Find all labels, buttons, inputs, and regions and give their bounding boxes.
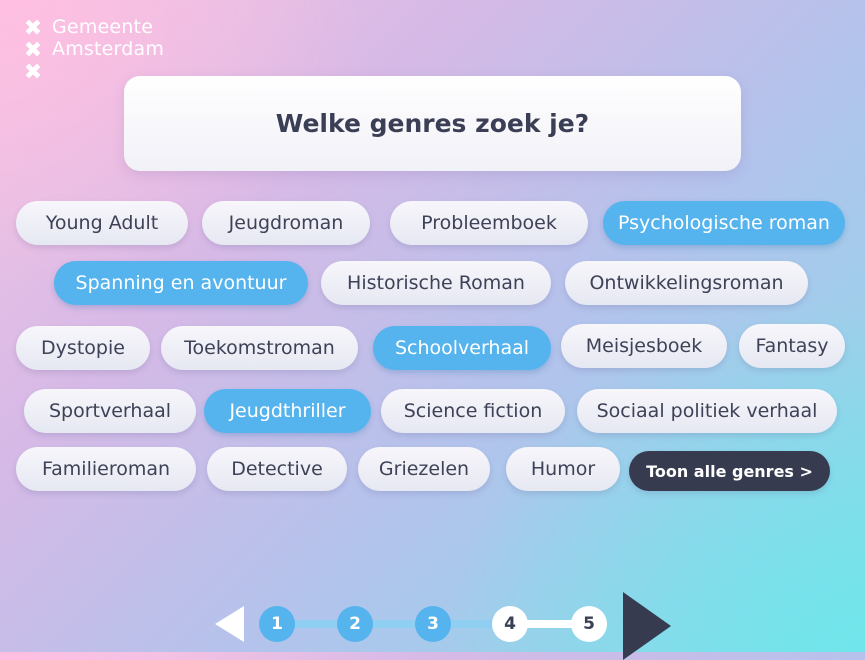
genre-chip-historische-roman[interactable]: Historische Roman [321,261,551,305]
genre-chip-fantasy[interactable]: Fantasy [739,324,845,368]
question-title: Welke genres zoek je? [275,109,590,138]
logo-wordmark: Gemeente Amsterdam [52,16,164,60]
genre-chip-meisjesboek[interactable]: Meisjesboek [561,324,727,368]
genre-chip-ontwikkelingsroman[interactable]: Ontwikkelingsroman [565,261,808,305]
genre-chip-dystopie[interactable]: Dystopie [16,326,150,370]
genre-chip-spanning-en-avontuur[interactable]: Spanning en avontuur [54,261,308,305]
genre-chip-familieroman[interactable]: Familieroman [16,447,196,491]
genre-chip-detective[interactable]: Detective [207,447,347,491]
genre-chip-schoolverhaal[interactable]: Schoolverhaal [373,326,551,370]
logo-line-1: Gemeente [52,16,154,38]
next-arrow-icon[interactable] [623,592,671,660]
genre-chip-jeugdthriller[interactable]: Jeugdthriller [204,389,371,433]
step-dot-3[interactable]: 3 [415,606,451,642]
previous-arrow-icon[interactable] [215,606,244,642]
genre-chip-probleemboek[interactable]: Probleemboek [390,201,588,245]
genre-chip-sociaal-politiek-verhaal[interactable]: Sociaal politiek verhaal [577,389,837,433]
show-all-genres-button[interactable]: Toon alle genres > [629,451,830,491]
genre-chip-science-fiction[interactable]: Science fiction [381,389,565,433]
genre-chip-psychologische-roman[interactable]: Psychologische roman [603,201,845,245]
step-dot-4[interactable]: 4 [492,606,528,642]
genre-chip-humor[interactable]: Humor [506,447,620,491]
genre-chip-young-adult[interactable]: Young Adult [16,201,188,245]
progress-track-done [276,620,510,628]
step-dot-2[interactable]: 2 [337,606,373,642]
question-card: Welke genres zoek je? [124,76,741,171]
genre-chip-jeugdroman[interactable]: Jeugdroman [202,201,370,245]
genre-chip-sportverhaal[interactable]: Sportverhaal [24,389,196,433]
step-dot-1[interactable]: 1 [259,606,295,642]
cross-icon: ✖ [23,60,43,85]
genre-chip-griezelen[interactable]: Griezelen [358,447,490,491]
cross-icon: ✖ [23,16,43,41]
cross-icon: ✖ [23,38,43,63]
logo-line-2: Amsterdam [52,38,165,60]
genre-chip-toekomstroman[interactable]: Toekomstroman [161,326,358,370]
logo-crosses: ✖ ✖ ✖ [22,18,44,84]
step-dot-5[interactable]: 5 [571,606,607,642]
